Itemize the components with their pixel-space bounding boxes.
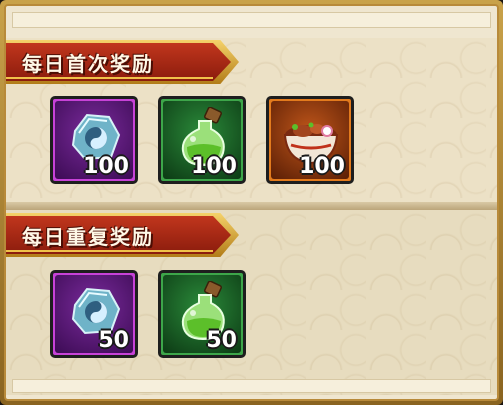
reward-item-green-potion[interactable]: 100 bbox=[158, 96, 246, 184]
item-count: 100 bbox=[299, 154, 345, 179]
item-count: 50 bbox=[206, 328, 237, 353]
reward-item-ramen-bowl[interactable]: 100 bbox=[266, 96, 354, 184]
reward-item-spirit-stone[interactable]: 100 bbox=[50, 96, 138, 184]
daily-first-title: 每日首次奖励 bbox=[22, 51, 154, 76]
top-strip bbox=[12, 12, 491, 28]
item-count: 100 bbox=[83, 154, 129, 179]
daily-first-banner: 每日首次奖励 bbox=[6, 43, 231, 81]
reward-panel: 每日首次奖励 100 100 100 每日重复奖励 50 50 bbox=[4, 4, 499, 401]
reward-item-spirit-stone[interactable]: 50 bbox=[50, 270, 138, 358]
daily-repeat-banner: 每日重复奖励 bbox=[6, 216, 231, 254]
bottom-strip bbox=[12, 379, 491, 393]
section-divider bbox=[6, 202, 497, 210]
item-count: 50 bbox=[98, 328, 129, 353]
item-count: 100 bbox=[191, 154, 237, 179]
daily-repeat-title: 每日重复奖励 bbox=[22, 224, 154, 249]
reward-item-green-potion[interactable]: 50 bbox=[158, 270, 246, 358]
